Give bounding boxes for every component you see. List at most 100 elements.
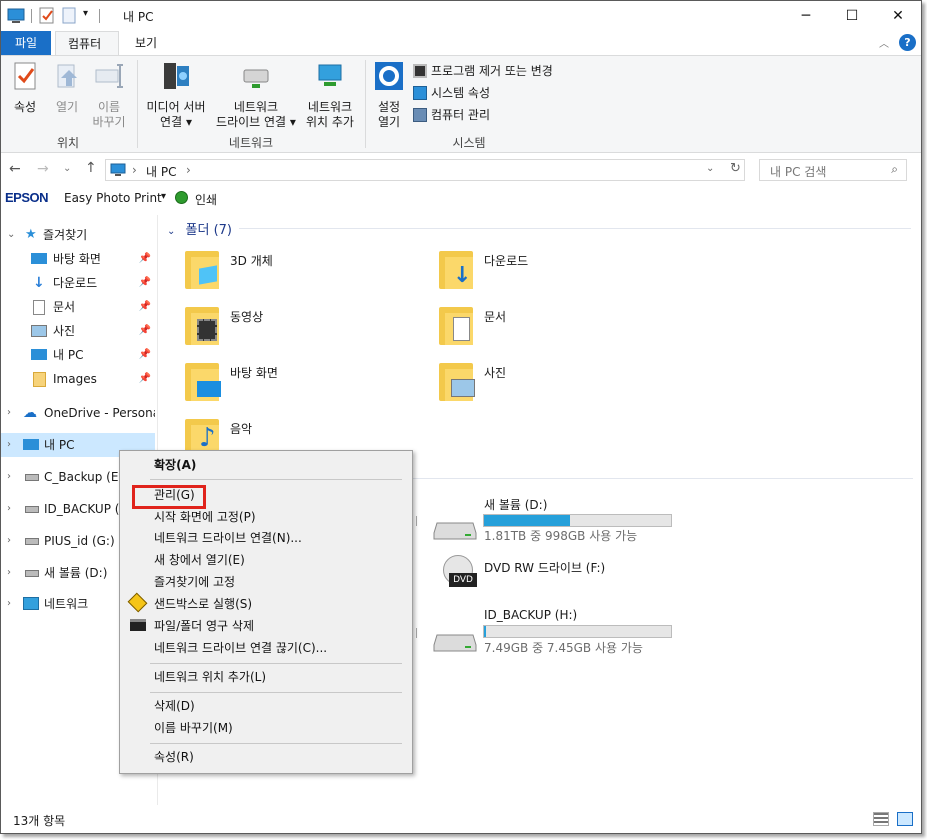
refresh-icon[interactable]: ↻ bbox=[730, 161, 741, 176]
nav-drive-g-label: PIUS_id (G:) bbox=[44, 534, 115, 548]
hidden-drive-bar-edge bbox=[413, 516, 417, 526]
open-settings-button[interactable]: 설정 열기 bbox=[371, 60, 407, 130]
drive-d-usage-bar bbox=[483, 514, 672, 527]
nav-item-desktop[interactable]: 바탕 화면 📌 bbox=[1, 247, 155, 271]
open-button[interactable]: 열기 bbox=[49, 60, 85, 115]
address-dropdown-icon[interactable]: ⌄ bbox=[706, 163, 714, 174]
menu-item-add-network-location[interactable]: 네트워크 위치 추가(L) bbox=[154, 666, 266, 688]
picture-icon bbox=[451, 379, 475, 397]
nav-network-label: 네트워크 bbox=[44, 597, 89, 611]
qat-dropdown-icon[interactable]: ▾ bbox=[83, 8, 88, 19]
add-network-location-button[interactable]: 네트워크 위치 추가 bbox=[301, 60, 359, 130]
menu-item-permanent-delete[interactable]: 파일/폴더 영구 삭제 bbox=[154, 615, 254, 637]
hard-drive-icon bbox=[433, 634, 477, 652]
folder-videos[interactable] bbox=[185, 305, 219, 345]
dvd-badge-icon: DVD bbox=[449, 573, 477, 587]
menu-item-pin-quick-access[interactable]: 즐겨찾기에 고정 bbox=[154, 571, 235, 593]
menu-separator bbox=[150, 479, 402, 480]
menu-separator bbox=[150, 663, 402, 664]
address-bar[interactable]: › 내 PC › ⌄ ↻ bbox=[105, 159, 745, 181]
open-label: 열기 bbox=[55, 100, 79, 114]
rename-label-1: 이름 bbox=[97, 100, 121, 114]
title-bar: ▾ 내 PC ─ ☐ ✕ bbox=[1, 1, 921, 31]
folder-documents[interactable] bbox=[439, 305, 473, 345]
epson-toolbar: EPSON Easy Photo Print ▾ 인쇄 bbox=[1, 187, 921, 209]
tab-computer[interactable]: 컴퓨터 bbox=[55, 31, 119, 55]
search-box[interactable]: 내 PC 검색 ⌕ bbox=[759, 159, 907, 181]
menu-item-properties[interactable]: 속성(R) bbox=[154, 746, 194, 768]
menu-item-run-sandbox[interactable]: 샌드박스로 실행(S) bbox=[154, 593, 252, 615]
media-server-button[interactable]: 미디어 서버 연결 ▾ bbox=[141, 60, 211, 130]
music-note-icon: ♪ bbox=[199, 423, 216, 453]
collapse-ribbon-icon[interactable]: ︿ bbox=[879, 35, 889, 50]
ribbon-separator bbox=[365, 60, 366, 148]
folder-downloads[interactable]: ↓ bbox=[439, 249, 473, 289]
folder-label: 사진 bbox=[484, 366, 507, 380]
group-divider bbox=[239, 228, 911, 229]
details-view-icon[interactable] bbox=[873, 812, 889, 826]
pin-icon: 📌 bbox=[138, 373, 151, 384]
menu-item-rename[interactable]: 이름 바꾸기(M) bbox=[154, 717, 233, 739]
large-icons-view-icon[interactable] bbox=[897, 812, 913, 826]
tab-view[interactable]: 보기 bbox=[123, 31, 169, 55]
properties-label: 속성 bbox=[13, 100, 37, 114]
minimize-button[interactable]: ─ bbox=[783, 1, 829, 31]
system-properties-button[interactable]: 시스템 속성 bbox=[413, 82, 613, 104]
rename-button[interactable]: 이름 바꾸기 bbox=[89, 60, 129, 130]
menu-item-open-new-window[interactable]: 새 창에서 열기(E) bbox=[154, 549, 245, 571]
computer-management-icon bbox=[413, 108, 427, 122]
print-button[interactable]: 인쇄 bbox=[195, 191, 217, 208]
nav-this-pc-label: 내 PC bbox=[44, 438, 75, 452]
recent-locations-icon[interactable]: ⌄ bbox=[63, 163, 71, 174]
back-arrow-icon[interactable]: ← bbox=[9, 161, 21, 177]
folder-3d-objects[interactable] bbox=[185, 249, 219, 289]
network-icon bbox=[23, 597, 39, 610]
nav-item-this-pc-pinned[interactable]: 내 PC 📌 bbox=[1, 343, 155, 367]
folder-pictures[interactable] bbox=[439, 361, 475, 401]
status-bar: 13개 항목 bbox=[1, 807, 921, 833]
menu-item-pin-start[interactable]: 시작 화면에 고정(P) bbox=[154, 506, 256, 528]
easy-photo-print-button[interactable]: Easy Photo Print bbox=[64, 191, 162, 205]
help-icon[interactable]: ? bbox=[899, 34, 916, 51]
dvd-drive-tile[interactable]: DVD bbox=[435, 555, 477, 595]
collapse-chevron-icon: ⌄ bbox=[167, 226, 176, 237]
properties-qat-icon[interactable] bbox=[39, 7, 55, 25]
menu-item-map-drive[interactable]: 네트워크 드라이브 연결(N)... bbox=[154, 527, 302, 549]
epson-dropdown-icon[interactable]: ▾ bbox=[161, 191, 166, 202]
qat-separator bbox=[99, 9, 100, 23]
drive-h-usage-fill bbox=[484, 626, 486, 637]
desktop-icon bbox=[31, 253, 47, 264]
up-arrow-icon[interactable]: ↑ bbox=[85, 160, 97, 176]
search-icon: ⌕ bbox=[891, 162, 898, 176]
network-location-icon bbox=[318, 64, 342, 86]
computer-management-button[interactable]: 컴퓨터 관리 bbox=[413, 104, 613, 126]
nav-item-downloads[interactable]: ↓ 다운로드 📌 bbox=[1, 271, 155, 295]
menu-item-disconnect-drive[interactable]: 네트워크 드라이브 연결 끊기(C)... bbox=[154, 637, 327, 659]
close-button[interactable]: ✕ bbox=[875, 1, 921, 31]
hidden-drive-bar-edge bbox=[413, 628, 417, 638]
forward-arrow-icon[interactable]: → bbox=[37, 161, 49, 177]
uninstall-program-button[interactable]: 프로그램 제거 또는 변경 bbox=[413, 60, 613, 82]
folders-group-header[interactable]: ⌄ 폴더 (7) bbox=[167, 219, 232, 238]
folder-desktop[interactable] bbox=[185, 361, 221, 401]
nav-item-onedrive[interactable]: › ☁ OneDrive - Personal bbox=[1, 401, 155, 425]
dvd-drive-name: DVD RW 드라이브 (F:) bbox=[484, 561, 606, 575]
menu-item-manage[interactable]: 관리(G) bbox=[154, 484, 195, 506]
nav-images-label: Images bbox=[53, 372, 97, 386]
group-location-label: 위치 bbox=[56, 136, 80, 150]
nav-item-documents[interactable]: 문서 📌 bbox=[1, 295, 155, 319]
nav-quick-access[interactable]: ⌄ ★ 즐겨찾기 bbox=[1, 223, 155, 247]
menu-item-delete[interactable]: 삭제(D) bbox=[154, 695, 195, 717]
nav-drive-e-label: C_Backup (E:) bbox=[44, 470, 128, 484]
nav-item-pictures[interactable]: 사진 📌 bbox=[1, 319, 155, 343]
new-folder-qat-icon[interactable] bbox=[61, 7, 77, 25]
tab-file[interactable]: 파일 bbox=[1, 31, 51, 55]
drive-d-usage-fill bbox=[484, 515, 571, 526]
nav-item-images[interactable]: Images 📌 bbox=[1, 367, 155, 391]
maximize-button[interactable]: ☐ bbox=[829, 1, 875, 31]
map-drive-button[interactable]: 네트워크 드라이브 연결 ▾ bbox=[213, 60, 299, 130]
menu-item-expand[interactable]: 확장(A) bbox=[154, 454, 196, 476]
properties-button[interactable]: 속성 bbox=[7, 60, 43, 115]
system-properties-label: 시스템 속성 bbox=[431, 86, 491, 100]
breadcrumb-this-pc[interactable]: 내 PC bbox=[146, 163, 176, 180]
